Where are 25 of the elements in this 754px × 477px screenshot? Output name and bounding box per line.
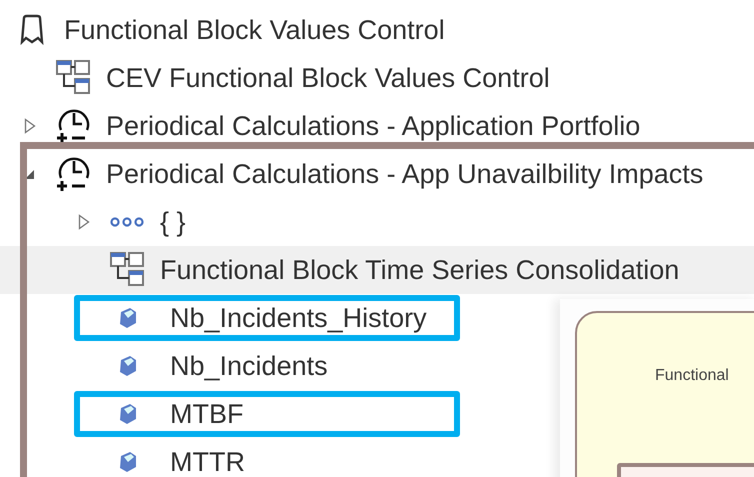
tree-row[interactable]: MTTR: [0, 438, 251, 477]
tree-item-label[interactable]: MTBF: [170, 398, 244, 430]
tree-item-label[interactable]: Functional Block Time Series Consolidation: [160, 254, 680, 286]
tree-row[interactable]: CEV Functional Block Values Control: [0, 54, 556, 102]
tree-row[interactable]: Nb_Incidents: [0, 342, 334, 390]
expand-arrow-icon[interactable]: [78, 214, 90, 230]
tree-item-label[interactable]: Functional Block Values Control: [64, 14, 445, 46]
tree-item-label[interactable]: Nb_Incidents_History: [170, 302, 427, 334]
tree-row[interactable]: Functional Block Values Control: [0, 6, 451, 54]
tree-item-label[interactable]: Periodical Calculations - App Unavailbility Impacts: [106, 158, 704, 190]
diagram-node-label: Functional: [655, 367, 729, 385]
tree-row[interactable]: Periodical Calculations - App Unavailbility Impacts: [0, 150, 710, 198]
tree-item-label[interactable]: Periodical Calculations - Application Portfolio: [106, 110, 640, 142]
tree-item-label[interactable]: MTTR: [170, 446, 245, 477]
tree-item-label[interactable]: Nb_Incidents: [170, 350, 328, 382]
collapse-arrow-icon[interactable]: [24, 168, 35, 180]
expand-arrow-icon[interactable]: [24, 118, 36, 134]
diagram-node[interactable]: Functional: [575, 311, 754, 477]
tree-row[interactable]: Functional Block Time Series Consolidation: [0, 246, 754, 294]
tree-item-label[interactable]: { }: [160, 206, 186, 238]
tree-row[interactable]: MTBF: [0, 390, 460, 438]
tree-item-label[interactable]: CEV Functional Block Values Control: [106, 62, 550, 94]
tree-row[interactable]: Nb_Incidents_History: [0, 294, 460, 342]
tree-row[interactable]: Periodical Calculations - Application Portfolio: [0, 102, 646, 150]
tree-row[interactable]: { }: [0, 198, 192, 246]
